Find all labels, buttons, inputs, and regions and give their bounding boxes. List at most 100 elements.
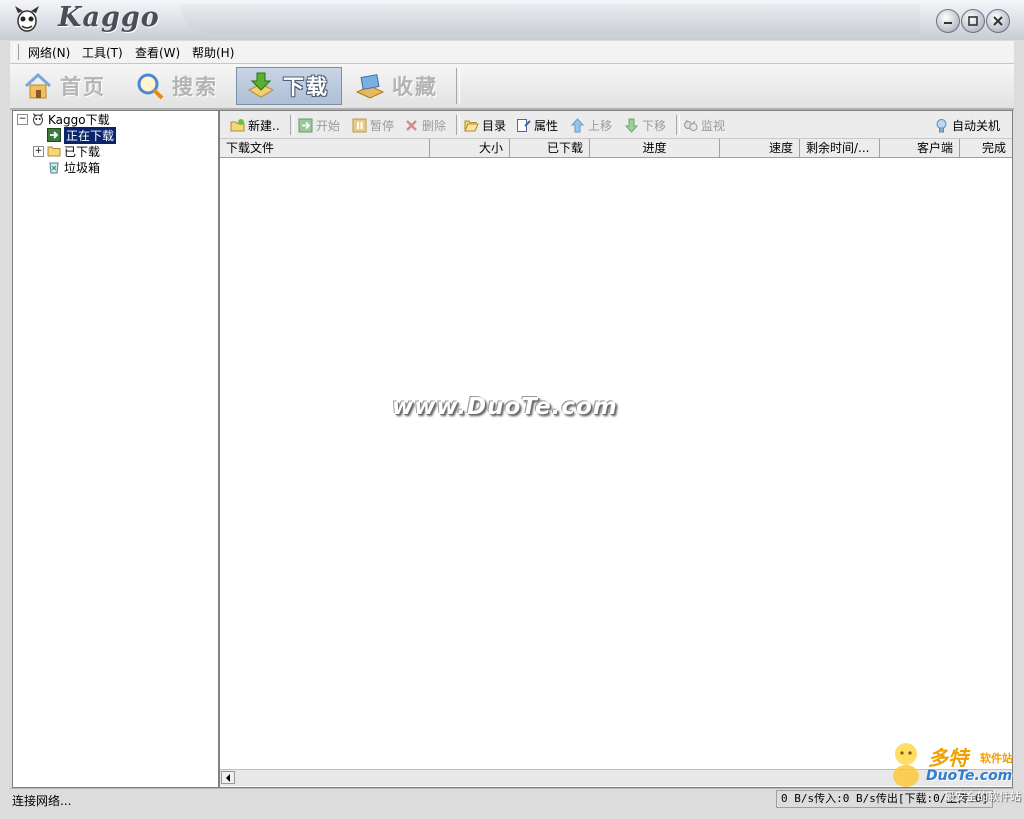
download-icon [247, 72, 275, 98]
category-tree: − Kaggo下载 正在下载 + 已下载 垃圾箱 [12, 110, 219, 788]
scroll-left-button[interactable] [221, 771, 235, 784]
connection-status: 连接网络... [12, 794, 72, 808]
tab-search-label: 搜索 [172, 75, 218, 99]
auto-shutdown-button[interactable]: 自动关机 [934, 116, 1000, 134]
tree-item-downloading[interactable]: 正在下载 [47, 126, 117, 144]
monitor-button[interactable]: 监视 [683, 116, 725, 134]
download-list-header: 下载文件 大小 已下载 进度 速度 剩余时间/... 客户端 完成 [220, 139, 1012, 158]
move-down-label: 下移 [642, 118, 667, 133]
favorites-icon [355, 74, 385, 99]
duote-logo-name: 多特 [928, 746, 968, 770]
column-speed[interactable]: 速度 [720, 139, 800, 157]
move-up-button[interactable]: 上移 [570, 116, 612, 134]
tree-root-label: Kaggo下载 [48, 112, 110, 127]
move-down-button[interactable]: 下移 [624, 116, 666, 134]
column-downloaded[interactable]: 已下载 [510, 139, 590, 157]
duote-logo: 多特 软件站 DuoTe.com 最安全的软件站 [886, 738, 1024, 814]
tab-home-label: 首页 [60, 75, 106, 99]
tree-downloading-label: 正在下载 [64, 126, 117, 144]
home-icon [24, 72, 52, 99]
arrow-right-icon [47, 128, 61, 142]
pause-icon [352, 118, 367, 132]
arrow-up-icon [570, 117, 585, 132]
properties-label: 属性 [534, 118, 559, 133]
column-progress[interactable]: 进度 [590, 139, 720, 157]
new-task-label: 新建.. [248, 118, 280, 133]
title-bar-decoration [180, 4, 920, 34]
nav-bar: 首页 搜索 下载 收藏 [10, 64, 1014, 110]
menu-grip[interactable] [14, 44, 19, 60]
app-title: Kaggo [58, 2, 160, 33]
kaggo-mascot-icon [33, 113, 43, 126]
watermark-text: www.DuoTe.com [392, 394, 618, 420]
move-up-label: 上移 [588, 118, 613, 133]
maximize-button[interactable] [961, 9, 985, 33]
properties-icon [517, 118, 531, 132]
title-bar[interactable]: Kaggo [0, 0, 1024, 40]
close-icon [993, 16, 1003, 26]
arrow-left-icon [226, 773, 230, 782]
monitor-icon [684, 119, 698, 131]
search-icon [137, 73, 164, 100]
folder-icon [47, 146, 61, 157]
shutdown-icon [936, 118, 947, 132]
minimize-icon [944, 22, 952, 24]
tab-favorites-label: 收藏 [392, 75, 438, 99]
open-folder-icon [464, 120, 479, 131]
duote-logo-subtitle: 软件站 [980, 752, 1013, 765]
menu-help[interactable]: 帮助(H) [192, 44, 234, 61]
menu-tools[interactable]: 工具(T) [82, 44, 123, 61]
column-client[interactable]: 客户端 [880, 139, 960, 157]
nav-separator [456, 68, 460, 104]
download-list-pane: 新建.. 开始 暂停 删除 目录 属性 上移 下移 监视 自动关机 下载文件 大… [219, 110, 1013, 788]
tree-item-downloaded[interactable]: 已下载 [47, 143, 100, 159]
delete-icon [406, 119, 417, 131]
tab-download-label: 下载 [283, 75, 329, 99]
kaggo-mascot-icon [15, 6, 39, 32]
properties-button[interactable]: 属性 [516, 116, 558, 134]
tab-home[interactable]: 首页 [14, 67, 114, 105]
column-filename[interactable]: 下载文件 [220, 139, 430, 157]
delete-button[interactable]: 删除 [404, 116, 446, 134]
app-window: Kaggo 网络(N) 工具(T) 查看(W) 帮助(H) 首页 搜索 下载 收… [0, 0, 1024, 819]
open-folder-label: 目录 [482, 118, 507, 133]
arrow-down-icon [624, 118, 639, 133]
menu-network[interactable]: 网络(N) [28, 44, 70, 61]
new-task-button[interactable]: 新建.. [230, 116, 280, 134]
tab-search[interactable]: 搜索 [126, 67, 226, 105]
tree-item-root[interactable]: Kaggo下载 [31, 111, 110, 127]
column-completed[interactable]: 完成 [960, 139, 1012, 157]
tree-downloaded-expander[interactable]: + [33, 146, 44, 157]
close-button[interactable] [986, 9, 1010, 33]
start-button[interactable]: 开始 [298, 116, 340, 134]
play-icon [298, 118, 313, 132]
duote-logo-tagline: 最安全的软件站 [944, 790, 1021, 803]
tab-favorites[interactable]: 收藏 [346, 67, 446, 105]
tree-root-expander[interactable]: − [17, 114, 28, 125]
auto-shutdown-label: 自动关机 [952, 118, 1001, 133]
start-label: 开始 [316, 118, 341, 133]
pause-button[interactable]: 暂停 [352, 116, 394, 134]
tree-trash-label: 垃圾箱 [64, 160, 101, 175]
monitor-label: 监视 [701, 118, 726, 133]
toolbar-separator [456, 115, 460, 135]
tree-downloaded-label: 已下载 [64, 144, 101, 159]
maximize-icon [968, 16, 978, 26]
menu-bar: 网络(N) 工具(T) 查看(W) 帮助(H) [10, 41, 1014, 64]
delete-label: 删除 [422, 118, 447, 133]
column-time-remaining[interactable]: 剩余时间/... [800, 139, 880, 157]
toolbar-separator [290, 115, 294, 135]
download-list[interactable]: www.DuoTe.com [220, 158, 1012, 769]
duote-logo-site: DuoTe.com [926, 768, 1013, 784]
tab-download[interactable]: 下载 [236, 67, 342, 105]
column-size[interactable]: 大小 [430, 139, 510, 157]
tree-item-trash[interactable]: 垃圾箱 [47, 159, 100, 175]
download-toolbar: 新建.. 开始 暂停 删除 目录 属性 上移 下移 监视 自动关机 [220, 111, 1012, 139]
menu-view[interactable]: 查看(W) [135, 44, 180, 61]
open-folder-button[interactable]: 目录 [464, 116, 506, 134]
minimize-button[interactable] [936, 9, 960, 33]
status-bar: 连接网络... 0 B/s传入:0 B/s传出[下载:0/上传:0] [10, 788, 1014, 809]
recycle-bin-icon [49, 162, 59, 174]
toolbar-separator [676, 115, 680, 135]
pause-label: 暂停 [370, 118, 395, 133]
